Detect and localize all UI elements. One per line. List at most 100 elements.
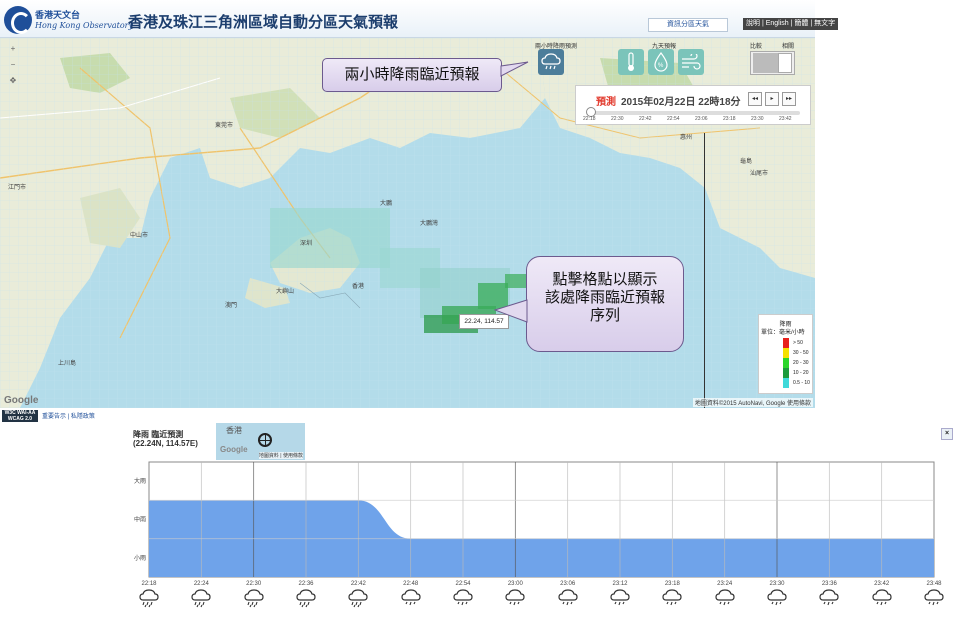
drizzle-icon [923, 588, 945, 608]
drizzle-icon [452, 588, 474, 608]
logo-text-en: Hong Kong Observatory [35, 21, 134, 30]
legend-unit: 單位：毫米/小時 [761, 330, 805, 336]
mode-callout: 兩小時降雨臨近預報 [322, 58, 502, 92]
temperature-mode-button[interactable] [618, 49, 644, 75]
y-axis-label: 中雨 [134, 516, 146, 524]
x-tick-label: 23:42 [874, 581, 890, 587]
place-label: 大鵬 [380, 201, 393, 207]
wcag-badge[interactable]: W3C WAI-AA WCAG 2.0 [2, 410, 38, 422]
page-title: 香港及珠江三角洲區域自動分區天氣預報 [128, 14, 399, 31]
mini-map-place: 香港 [226, 426, 242, 435]
drizzle-icon [504, 588, 526, 608]
region-weather-link[interactable]: 資訊分區天氣 [648, 18, 728, 32]
footer-links[interactable]: 重要告示 | 私隱政策 [42, 411, 95, 420]
zoom-in-icon[interactable]: + [8, 44, 18, 54]
humidity-mode-button[interactable]: % [648, 49, 674, 75]
rain-icon [347, 588, 369, 608]
rain-icon [190, 588, 212, 608]
time-slider[interactable] [588, 111, 800, 115]
place-label: 大鵬灣 [420, 221, 439, 227]
rain-icon [138, 588, 160, 608]
close-chart-button[interactable]: × [941, 428, 953, 440]
forecast-label: 預測 [596, 97, 616, 108]
legend-label: 30 - 50 [793, 350, 809, 356]
place-label: 中山市 [130, 233, 149, 239]
grid-callout: 點擊格點以顯示 該處降雨臨近預報 序列 [526, 256, 684, 352]
time-panel: 預測 2015年02月22日 22時18分 ◂◂ ▸ ▸▸ 22:18 22:3… [575, 85, 811, 125]
drizzle-icon [871, 588, 893, 608]
legend-swatch [783, 358, 789, 368]
time-tick: 23:06 [695, 116, 708, 122]
map-divider-line [704, 133, 705, 408]
legend-label: 10 - 20 [793, 370, 809, 376]
view-toggle-switch[interactable] [750, 51, 795, 75]
legend-swatch [783, 378, 789, 388]
rain-nowcast-button[interactable] [538, 49, 564, 75]
map-attribution[interactable]: 地圖資料©2015 AutoNavi, Google 使用條款 [692, 398, 813, 407]
crosshair-target-icon [258, 433, 272, 447]
legend-label: 0.5 - 10 [793, 380, 810, 386]
language-links[interactable]: 說明 | English | 簡體 | 無文字 [743, 18, 839, 30]
time-tick: 22:18 [583, 116, 596, 122]
place-label: 大嶼山 [276, 289, 295, 295]
svg-text:%: % [658, 63, 664, 69]
map-zoom-column: + − ✥ [8, 44, 18, 92]
time-tick: 23:42 [779, 116, 792, 122]
legend-label: > 50 [793, 340, 803, 346]
legend-item: 0.5 - 10 [783, 378, 813, 388]
x-tick-label: 23:12 [612, 581, 628, 587]
x-tick-label: 23:00 [508, 581, 524, 587]
x-tick-label: 23:24 [717, 581, 733, 587]
drizzle-icon [714, 588, 736, 608]
x-tick-label: 22:42 [351, 581, 367, 587]
drizzle-icon [400, 588, 422, 608]
switch-label-compare: 比較 [750, 44, 763, 50]
x-tick-label: 23:30 [769, 581, 785, 587]
pan-icon[interactable]: ✥ [8, 76, 18, 86]
wind-mode-button[interactable] [678, 49, 704, 75]
step-back-button[interactable]: ◂◂ [748, 92, 762, 106]
zoom-out-icon[interactable]: − [8, 60, 18, 70]
legend-item: 10 - 20 [783, 368, 813, 378]
x-tick-label: 22:36 [298, 581, 314, 587]
mini-map-attribution[interactable]: 地圖資料 | 使用條款 [258, 452, 303, 459]
place-label: 東莞市 [215, 123, 234, 129]
place-label: 澳門 [225, 303, 238, 309]
logo-text-cn: 香港天文台 [35, 11, 81, 21]
x-tick-label: 23:36 [822, 581, 838, 587]
legend-item: 30 - 50 [783, 348, 813, 358]
time-tick: 22:54 [667, 116, 680, 122]
x-tick-label: 22:48 [403, 581, 419, 587]
chart-title: 降雨 臨近預測 (22.24N, 114.57E) [133, 430, 198, 448]
place-label: 深圳 [300, 241, 313, 247]
switch-label-related: 相關 [782, 44, 795, 50]
legend-swatch [783, 338, 789, 348]
forecast-datetime: 2015年02月22日 22時18分 [621, 97, 741, 108]
chart-title-line-2: (22.24N, 114.57E) [133, 439, 198, 448]
drizzle-icon [557, 588, 579, 608]
location-mini-map[interactable]: 香港 Google 地圖資料 | 使用條款 [216, 423, 305, 460]
rain-legend: 降雨 單位：毫米/小時 > 50 30 - 50 20 - 30 10 - 20… [758, 314, 813, 394]
legend-item: 20 - 30 [783, 358, 813, 368]
x-tick-label: 22:24 [194, 581, 210, 587]
time-tick: 23:18 [723, 116, 736, 122]
drizzle-icon [609, 588, 631, 608]
x-tick-label: 23:48 [926, 581, 942, 587]
switch-knob[interactable] [778, 53, 792, 73]
place-label: 上川島 [58, 361, 77, 367]
x-tick-label: 23:06 [560, 581, 576, 587]
map[interactable]: + − ✥ 江門市 中山市 東莞市 大鵬 深圳 大嶼山 香港 澳門 上川島 大鵬… [0, 38, 815, 408]
map-footer: W3C WAI-AA WCAG 2.0 重要告示 | 私隱政策 [0, 408, 815, 422]
humidity-drop-icon: % [654, 52, 668, 72]
place-label: 香港 [352, 284, 365, 290]
header: 香港天文台 Hong Kong Observatory 香港及珠江三角洲區域自動… [0, 0, 839, 38]
rain-icon [243, 588, 265, 608]
hko-logo[interactable]: 香港天文台 Hong Kong Observatory [4, 6, 133, 34]
grid-callout-line: 點擊格點以顯示 [552, 271, 658, 288]
step-forward-button[interactable]: ▸▸ [782, 92, 796, 106]
y-axis-label: 大雨 [134, 477, 146, 485]
legend-swatch [783, 368, 789, 378]
grid-callout-pointer [494, 299, 528, 323]
play-button[interactable]: ▸ [765, 92, 779, 106]
place-label: 惠州 [680, 135, 693, 141]
